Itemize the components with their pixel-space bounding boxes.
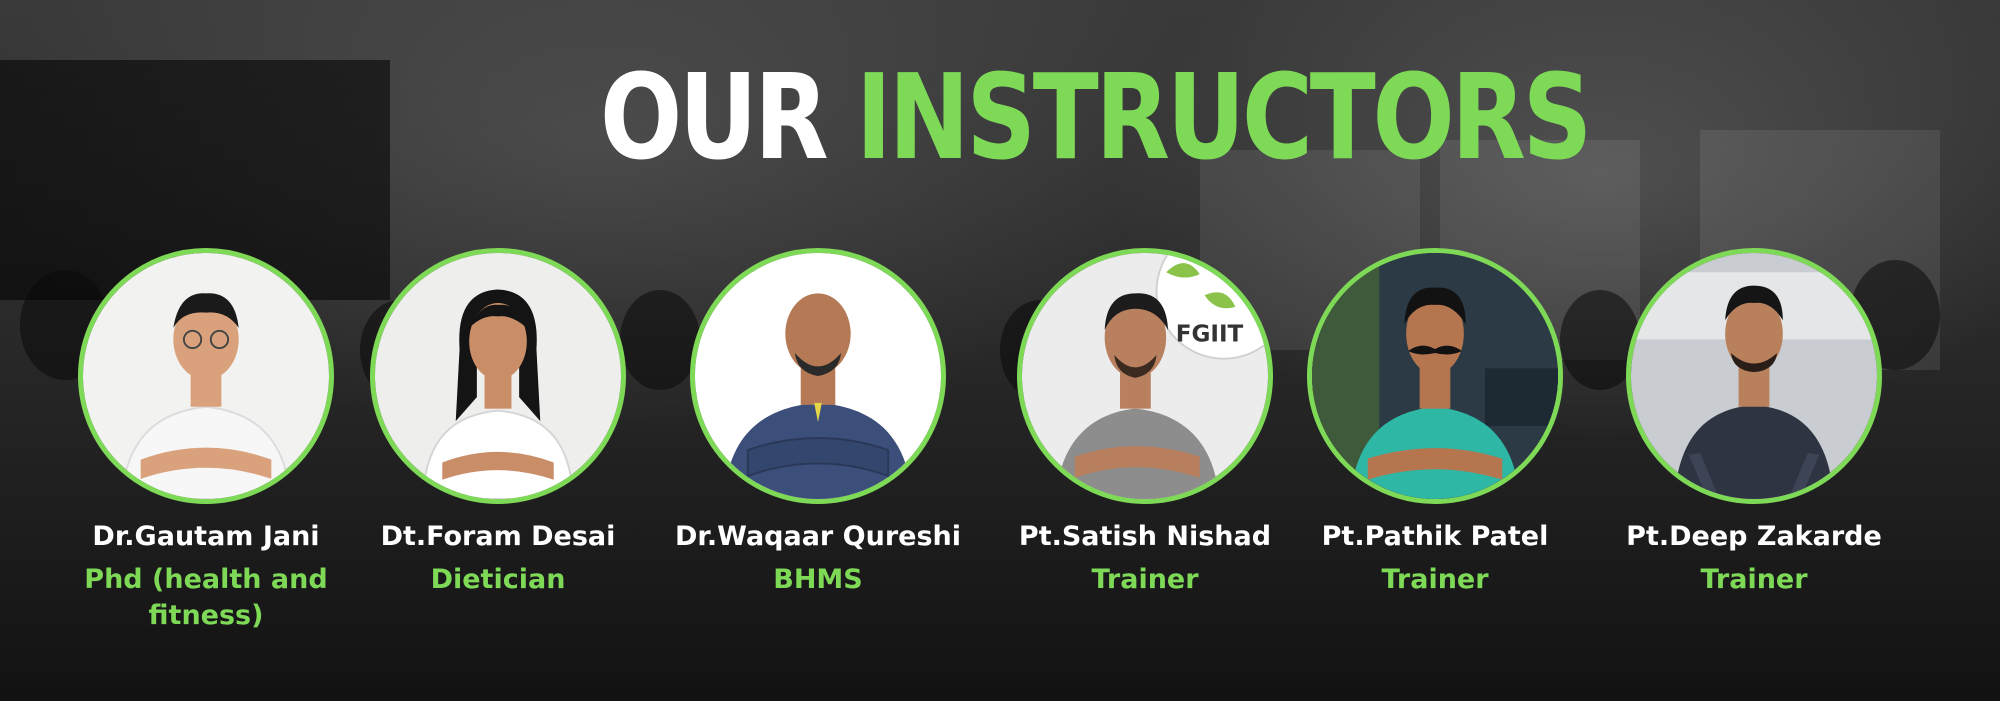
instructor-card: FGIIT Pt.Satish Nishad Trainer <box>995 248 1295 598</box>
face <box>785 293 851 375</box>
person-portrait-icon: FGIIT <box>1022 253 1268 499</box>
instructor-card: Pt.Pathik Patel Trainer <box>1285 248 1585 598</box>
instructor-card: Dt.Foram Desai Dietician <box>348 248 648 598</box>
sign-text: FGIIT <box>1176 321 1244 347</box>
instructor-card: Dr.Gautam Jani Phd (health and fitness) <box>56 248 356 634</box>
instructor-name: Dr.Waqaar Qureshi <box>674 521 961 552</box>
instructor-role: Trainer <box>1700 564 1808 595</box>
instructor-name: Pt.Deep Zakarde <box>1626 521 1882 552</box>
instructor-role: Trainer <box>1091 564 1199 595</box>
instructor-role: Trainer <box>1381 564 1489 595</box>
instructor-photo <box>1626 248 1882 504</box>
instructor-role: BHMS <box>773 564 863 595</box>
instructor-photo <box>1307 248 1563 504</box>
instructors-banner: OUR INSTRUCTORS Dr.Gautam Jani Phd (heal… <box>0 0 2000 701</box>
instructor-name: Pt.Pathik Patel <box>1321 521 1549 552</box>
instructor-name: Pt.Satish Nishad <box>1018 521 1272 552</box>
title-part-green: INSTRUCTORS <box>855 48 1592 186</box>
title-part-white: OUR <box>600 48 829 186</box>
instructor-role: Dietician <box>430 564 566 595</box>
instructor-photo <box>370 248 626 504</box>
person-portrait-icon <box>695 253 941 499</box>
person-portrait-icon <box>83 253 329 499</box>
instructor-photo <box>690 248 946 504</box>
instructor-photo: FGIIT <box>1017 248 1273 504</box>
instructor-name: Dt.Foram Desai <box>380 521 616 552</box>
person-portrait-icon <box>1312 253 1558 499</box>
instructor-card: Pt.Deep Zakarde Trainer <box>1604 248 1904 598</box>
vehicle <box>1484 368 1558 426</box>
page-title: OUR INSTRUCTORS <box>600 58 1592 176</box>
instructor-role: Phd (health and fitness) <box>84 564 328 631</box>
person-portrait-icon <box>1631 253 1877 499</box>
instructor-card: Dr.Waqaar Qureshi BHMS <box>668 248 968 598</box>
instructor-name: Dr.Gautam Jani <box>92 521 320 552</box>
person-portrait-icon <box>375 253 621 499</box>
instructor-photo <box>78 248 334 504</box>
